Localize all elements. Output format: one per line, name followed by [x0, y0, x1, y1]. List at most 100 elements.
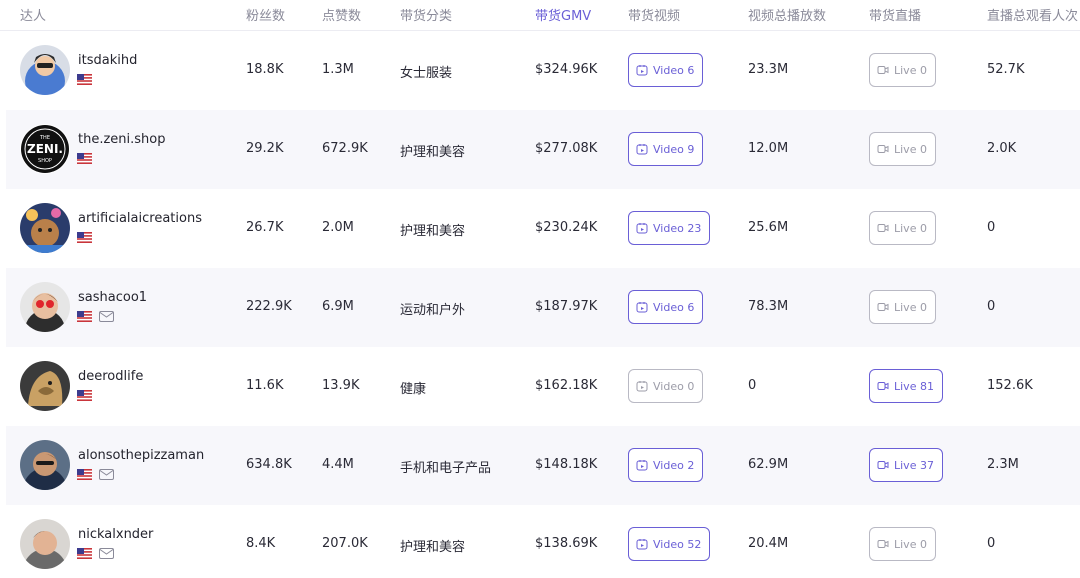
calendar-video-icon — [636, 381, 648, 392]
video-button[interactable]: Video 0 — [628, 369, 704, 403]
avatar-image — [20, 361, 70, 411]
video-button-label: Video 6 — [653, 63, 695, 77]
avatar-image — [20, 203, 70, 253]
us-flag-icon — [77, 548, 92, 559]
gmv-value: $138.69K — [535, 536, 598, 551]
gmv-value: $230.24K — [535, 220, 598, 235]
avatar[interactable]: THE ZENI. SHOP — [20, 124, 70, 174]
live-button[interactable]: Live 0 — [869, 290, 936, 324]
table-row[interactable]: THE ZENI. SHOP the.zeni.shop 29.2K 672.9… — [6, 110, 1080, 189]
col-header-followers[interactable]: 粉丝数 — [246, 5, 285, 24]
video-button-label: Video 2 — [653, 458, 695, 472]
live-button[interactable]: Live 0 — [869, 211, 936, 245]
table-row[interactable]: nickalxnder 8.4K 207.0K 护理和美容 $138.69K V… — [6, 505, 1080, 578]
views-value: 78.3M — [748, 299, 789, 314]
category-value: 手机和电子产品 — [400, 461, 492, 476]
avatar[interactable] — [20, 45, 70, 95]
live-camera-icon — [877, 540, 889, 548]
creator-username[interactable]: the.zeni.shop — [78, 132, 166, 147]
video-button[interactable]: Video 2 — [628, 448, 704, 482]
likes-value: 672.9K — [322, 141, 368, 156]
logo-text-main: ZENI. — [27, 142, 63, 156]
table-row[interactable]: artificialaicreations 26.7K 2.0M 护理和美容 $… — [6, 189, 1080, 268]
avatar[interactable] — [20, 203, 70, 253]
live-button[interactable]: Live 0 — [869, 53, 936, 87]
video-button[interactable]: Video 9 — [628, 132, 704, 166]
avatar[interactable] — [20, 519, 70, 569]
live-button[interactable]: Live 0 — [869, 132, 936, 166]
video-button[interactable]: Video 52 — [628, 527, 711, 561]
gmv-value: $324.96K — [535, 62, 598, 77]
followers-value: 11.6K — [246, 378, 284, 393]
followers-value: 634.8K — [246, 457, 292, 472]
col-header-live-viewers[interactable]: 直播总观看人次 — [987, 5, 1078, 24]
col-header-videos[interactable]: 带货视频 — [628, 5, 680, 24]
views-value: 12.0M — [748, 141, 789, 156]
us-flag-icon — [77, 232, 92, 243]
live-button[interactable]: Live 37 — [869, 448, 943, 482]
category-value: 护理和美容 — [400, 540, 466, 555]
us-flag-icon — [77, 153, 92, 164]
table-row[interactable]: deerodlife 11.6K 13.9K 健康 $162.18K Video… — [6, 347, 1080, 426]
likes-value: 2.0M — [322, 220, 354, 235]
category-value: 运动和户外 — [400, 303, 466, 318]
live-button-label: Live 0 — [894, 221, 927, 235]
table-row[interactable]: alonsothepizzaman 634.8K 4.4M 手机和电子产品 $1… — [6, 426, 1080, 505]
col-header-creator[interactable]: 达人 — [20, 5, 46, 24]
gmv-value: $148.18K — [535, 457, 598, 472]
us-flag-icon — [77, 311, 92, 322]
video-button[interactable]: Video 6 — [628, 53, 704, 87]
avatar[interactable] — [20, 440, 70, 490]
avatar-image: THE ZENI. SHOP — [20, 124, 70, 174]
gmv-value: $162.18K — [535, 378, 598, 393]
followers-value: 8.4K — [246, 536, 276, 551]
table-header: 达人 粉丝数 点赞数 带货分类 带货GMV 带货视频 视频总播放数 带货直播 直… — [0, 0, 1080, 31]
calendar-video-icon — [636, 302, 648, 313]
creator-username[interactable]: nickalxnder — [78, 527, 153, 542]
avatar[interactable] — [20, 361, 70, 411]
col-header-gmv[interactable]: 带货GMV — [535, 5, 591, 24]
live-button[interactable]: Live 81 — [869, 369, 943, 403]
creator-username[interactable]: artificialaicreations — [78, 211, 202, 226]
table-row[interactable]: itsdakihd 18.8K 1.3M 女士服装 $324.96K Video… — [6, 31, 1080, 110]
live-viewers-value: 152.6K — [987, 378, 1033, 393]
calendar-video-icon — [636, 539, 648, 550]
live-camera-icon — [877, 66, 889, 74]
creator-username[interactable]: itsdakihd — [78, 53, 137, 68]
email-icon[interactable] — [99, 469, 114, 480]
live-camera-icon — [877, 382, 889, 390]
avatar[interactable] — [20, 282, 70, 332]
live-camera-icon — [877, 224, 889, 232]
avatar-image — [20, 45, 70, 95]
table-row[interactable]: sashacoo1 222.9K 6.9M 运动和户外 $187.97K Vid… — [6, 268, 1080, 347]
calendar-video-icon — [636, 223, 648, 234]
creator-username[interactable]: alonsothepizzaman — [78, 448, 204, 463]
video-button-label: Video 9 — [653, 142, 695, 156]
col-header-total-views[interactable]: 视频总播放数 — [748, 5, 826, 24]
col-header-category[interactable]: 带货分类 — [400, 5, 452, 24]
live-button[interactable]: Live 0 — [869, 527, 936, 561]
followers-value: 222.9K — [246, 299, 292, 314]
logo-text-bottom: SHOP — [38, 158, 52, 164]
creator-username[interactable]: sashacoo1 — [78, 290, 147, 305]
col-header-likes[interactable]: 点赞数 — [322, 5, 361, 24]
video-button-label: Video 23 — [653, 221, 702, 235]
email-icon[interactable] — [99, 311, 114, 322]
email-icon[interactable] — [99, 548, 114, 559]
category-value: 护理和美容 — [400, 224, 466, 239]
followers-value: 18.8K — [246, 62, 284, 77]
gmv-value: $277.08K — [535, 141, 598, 156]
creator-username[interactable]: deerodlife — [78, 369, 143, 384]
video-button-label: Video 0 — [653, 379, 695, 393]
live-viewers-value: 2.3M — [987, 457, 1019, 472]
col-header-live[interactable]: 带货直播 — [869, 5, 921, 24]
calendar-video-icon — [636, 65, 648, 76]
video-button[interactable]: Video 6 — [628, 290, 704, 324]
video-button[interactable]: Video 23 — [628, 211, 711, 245]
likes-value: 4.4M — [322, 457, 354, 472]
avatar-image — [20, 282, 70, 332]
likes-value: 6.9M — [322, 299, 354, 314]
category-value: 护理和美容 — [400, 145, 466, 160]
category-value: 健康 — [400, 382, 427, 397]
live-viewers-value: 0 — [987, 220, 996, 235]
